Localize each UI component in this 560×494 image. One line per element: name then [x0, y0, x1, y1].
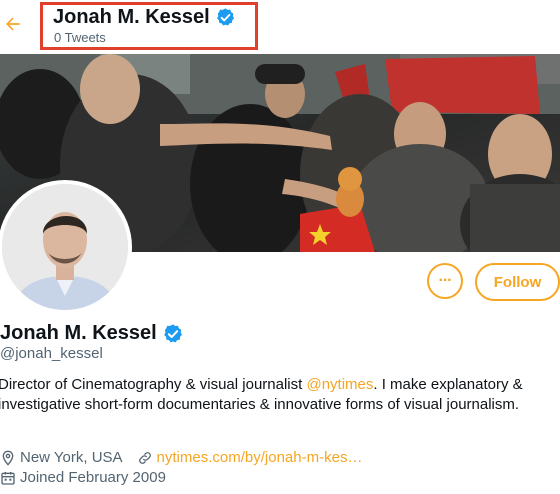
verified-badge-icon	[216, 8, 234, 26]
verified-badge-icon	[163, 323, 182, 342]
bio-text: Director of Cinematography & visual jour…	[0, 376, 307, 393]
bio-mention-link[interactable]: @nytimes	[306, 376, 373, 393]
calendar-icon	[1, 471, 15, 485]
link-icon	[138, 451, 151, 464]
profile-meta: New York, USA nytimes.com/by/jonah-m-kes…	[0, 449, 362, 466]
more-options-button[interactable]: ···	[427, 263, 463, 299]
profile-name: Jonah M. Kessel	[0, 322, 184, 345]
profile-joined: Joined February 2009	[0, 469, 166, 486]
location-text: New York, USA	[20, 449, 123, 466]
header-title-text: Jonah M. Kessel	[53, 6, 210, 28]
profile-handle: @jonah_kessel	[0, 345, 103, 362]
avatar[interactable]	[0, 180, 132, 314]
joined-text: Joined February 2009	[20, 469, 166, 486]
location-icon	[2, 450, 14, 466]
profile-header: Jonah M. Kessel 0 Tweets	[0, 0, 560, 54]
more-icon: ···	[438, 272, 453, 289]
tweet-count: 0 Tweets	[54, 30, 106, 45]
header-title: Jonah M. Kessel	[53, 6, 236, 29]
profile-name-text: Jonah M. Kessel	[0, 322, 157, 344]
follow-button[interactable]: Follow	[475, 263, 560, 301]
avatar-image	[2, 184, 128, 310]
back-arrow-icon[interactable]	[3, 14, 23, 34]
follow-label: Follow	[493, 273, 542, 291]
profile-bio: Director of Cinematography & visual jour…	[0, 375, 556, 415]
website-link[interactable]: nytimes.com/by/jonah-m-kes…	[157, 449, 363, 466]
